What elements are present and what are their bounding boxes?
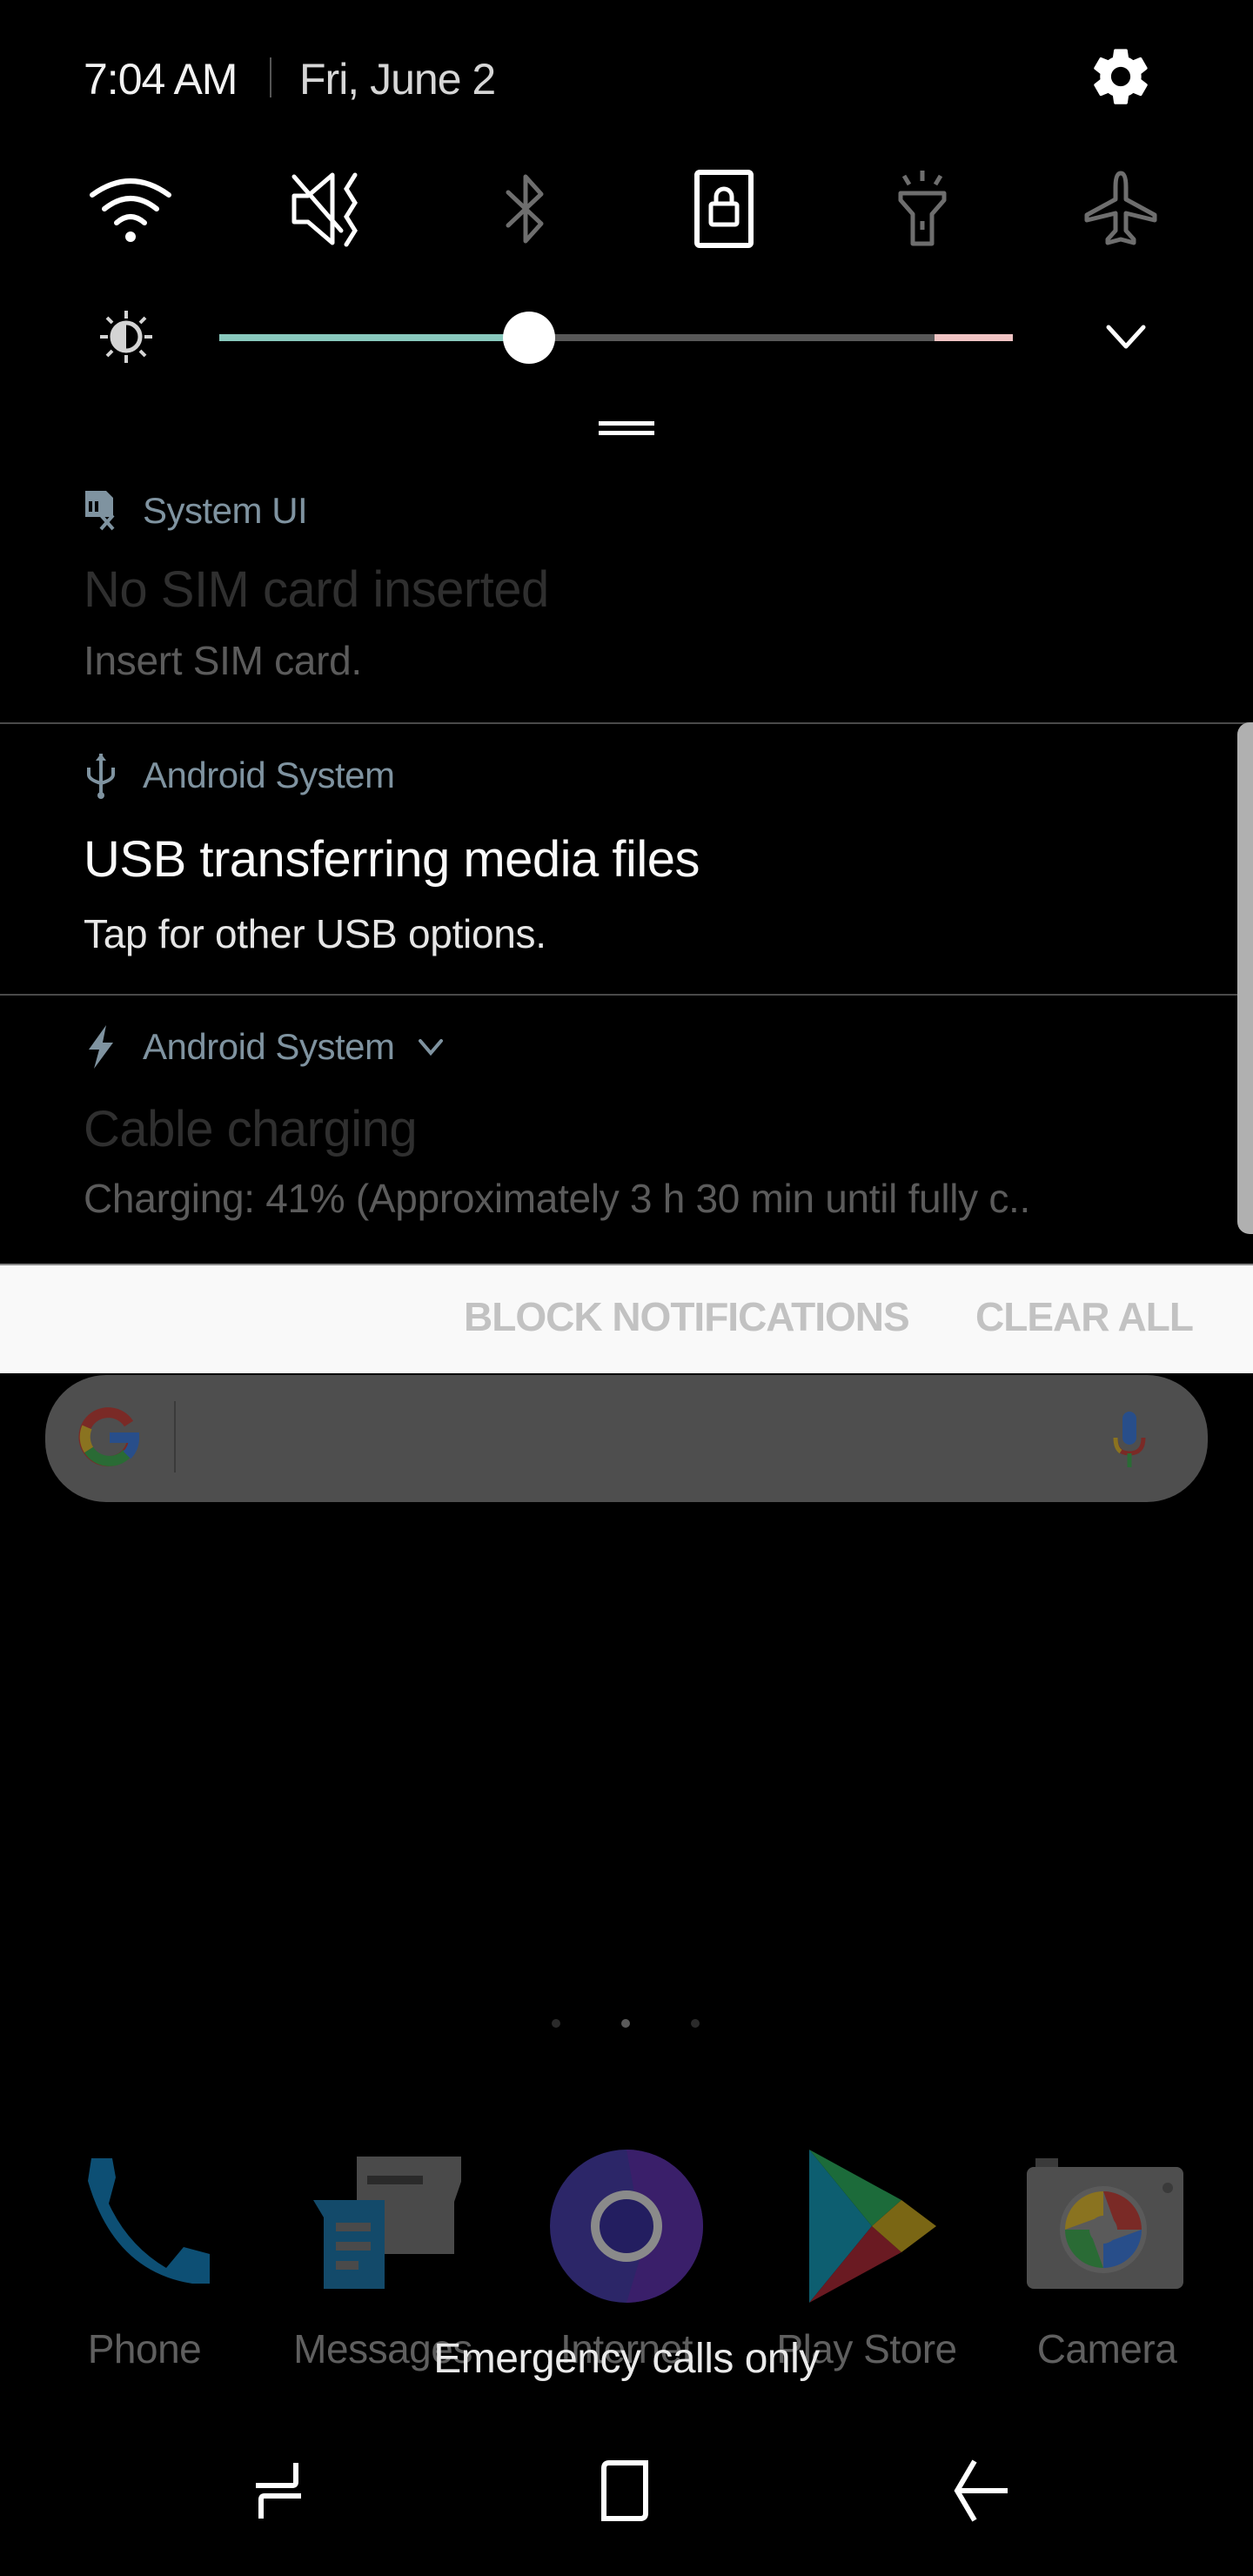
recents-button[interactable] bbox=[244, 2456, 313, 2526]
notification-app-name: Android System bbox=[143, 1026, 395, 1067]
settings-button[interactable] bbox=[1088, 44, 1154, 110]
notification-text: Charging: 41% (Approximately 3 h 30 min … bbox=[84, 1176, 1031, 1221]
clock-time: 7:04 AM bbox=[84, 55, 238, 104]
brightness-slider-fill bbox=[219, 334, 529, 341]
toggle-sound[interactable] bbox=[285, 165, 372, 252]
notification-app-name: System UI bbox=[143, 490, 308, 531]
toggle-wifi[interactable] bbox=[87, 165, 174, 252]
date-text[interactable]: Fri, June 2 bbox=[299, 54, 496, 104]
notification-title: No SIM card inserted bbox=[84, 561, 549, 618]
notification-scrollbar[interactable] bbox=[1237, 722, 1253, 1234]
portrait-lock-icon bbox=[694, 170, 754, 248]
notification-text: Insert SIM card. bbox=[84, 638, 362, 683]
page-indicator-dot-active bbox=[621, 2019, 630, 2028]
notification-charging[interactable]: Android System Cable charging Charging: … bbox=[0, 996, 1253, 1264]
sim-card-x-icon bbox=[85, 491, 115, 531]
recents-icon bbox=[256, 2463, 301, 2519]
toggle-airplane[interactable] bbox=[1077, 165, 1164, 252]
phone-icon bbox=[88, 2158, 210, 2284]
wifi-icon bbox=[90, 178, 171, 242]
emergency-calls-status: Emergency calls only bbox=[433, 2336, 820, 2382]
microphone-icon[interactable] bbox=[1112, 1410, 1147, 1471]
airplane-icon bbox=[1084, 171, 1157, 245]
page-indicator-dot bbox=[552, 2019, 560, 2028]
google-g-icon bbox=[78, 1407, 139, 1467]
camera-icon bbox=[1027, 2158, 1183, 2289]
clear-all-button[interactable]: CLEAR ALL bbox=[975, 1293, 1194, 1340]
mute-vibrate-icon bbox=[291, 172, 358, 247]
brightness-slider-thumb[interactable] bbox=[502, 312, 555, 364]
messages-icon bbox=[313, 2157, 461, 2289]
expand-quick-settings-button[interactable] bbox=[1098, 313, 1154, 362]
page-indicator-dot bbox=[691, 2019, 700, 2028]
notification-sim[interactable]: System UI No SIM card inserted Insert SI… bbox=[0, 470, 1253, 722]
brightness-icon bbox=[100, 311, 152, 363]
home-icon bbox=[601, 2460, 648, 2521]
toggle-flashlight[interactable] bbox=[879, 165, 966, 252]
notification-text: Tap for other USB options. bbox=[84, 911, 546, 956]
search-divider bbox=[174, 1401, 176, 1472]
home-button[interactable] bbox=[592, 2456, 661, 2526]
notification-title: USB transferring media files bbox=[84, 831, 700, 888]
brightness-slider-track[interactable] bbox=[219, 334, 1013, 341]
block-notifications-button[interactable]: BLOCK NOTIFICATIONS bbox=[464, 1293, 910, 1340]
notification-title: Cable charging bbox=[84, 1101, 418, 1157]
notification-app-name: Android System bbox=[143, 755, 395, 795]
brightness-auto-toggle[interactable] bbox=[99, 310, 153, 364]
toggle-bluetooth[interactable] bbox=[482, 165, 569, 252]
internet-icon bbox=[550, 2150, 703, 2303]
flashlight-icon bbox=[898, 171, 947, 246]
lightning-bolt-icon bbox=[89, 1025, 113, 1069]
google-search-bar[interactable] bbox=[45, 1375, 1208, 1502]
chevron-down-icon bbox=[1106, 325, 1146, 349]
header-separator bbox=[270, 57, 271, 97]
back-button[interactable] bbox=[945, 2456, 1015, 2526]
panel-drag-handle[interactable] bbox=[599, 421, 654, 435]
brightness-high-warning-zone bbox=[935, 334, 1013, 341]
usb-icon bbox=[87, 754, 115, 799]
bluetooth-icon bbox=[506, 174, 544, 244]
notification-usb[interactable]: Android System USB transferring media fi… bbox=[0, 724, 1253, 994]
chevron-down-icon[interactable] bbox=[413, 1034, 448, 1060]
toggle-rotation-lock[interactable] bbox=[680, 165, 767, 252]
gear-icon bbox=[1094, 49, 1148, 104]
back-icon bbox=[954, 2459, 1008, 2522]
play-store-icon bbox=[809, 2150, 936, 2303]
